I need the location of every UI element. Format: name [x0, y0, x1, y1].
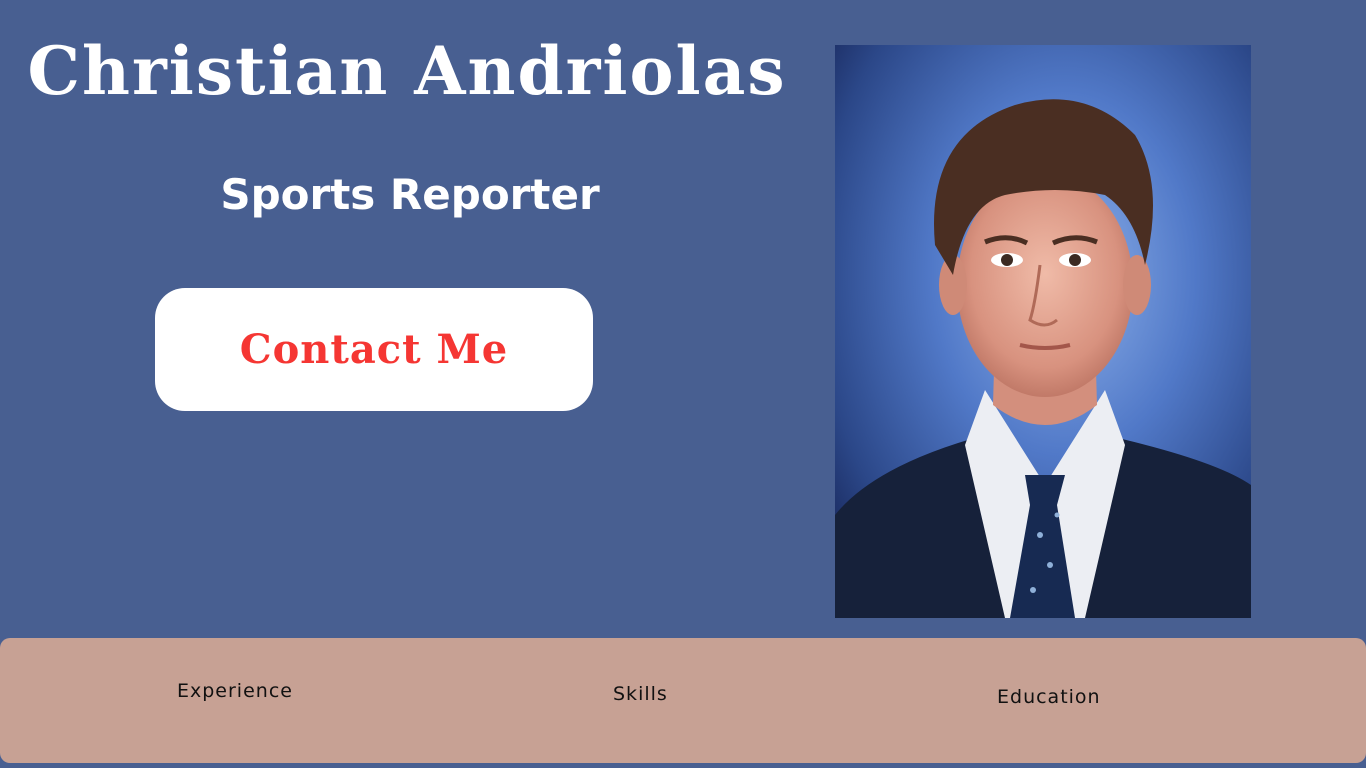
nav-item-education[interactable]: Education — [997, 686, 1101, 708]
portrait-illustration — [835, 45, 1251, 618]
contact-me-button[interactable]: Contact Me — [155, 288, 593, 411]
contact-me-label: Contact Me — [239, 326, 509, 373]
nav-item-skills[interactable]: Skills — [613, 683, 668, 705]
page-title: Christian Andriolas — [27, 32, 787, 110]
page: Christian Andriolas Sports Reporter Cont… — [0, 0, 1366, 768]
bottom-nav-bar: Experience Skills Education — [0, 638, 1366, 763]
subtitle-role: Sports Reporter — [220, 170, 600, 219]
nav-item-experience[interactable]: Experience — [177, 680, 293, 702]
portrait-photo — [835, 45, 1251, 618]
